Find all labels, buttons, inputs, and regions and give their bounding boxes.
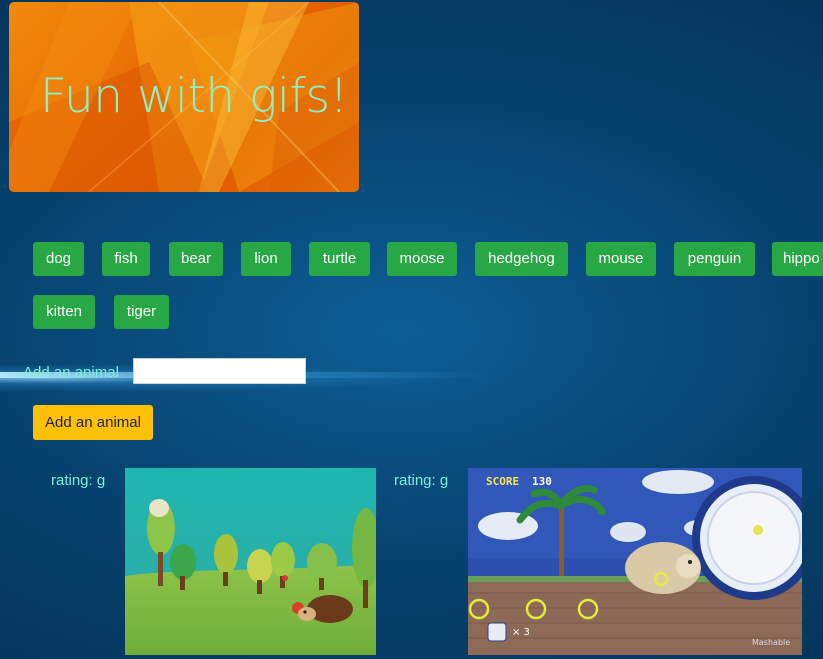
animal-button-turtle[interactable]: turtle	[309, 242, 370, 276]
background-light-streak	[0, 358, 823, 398]
animal-button-mouse[interactable]: mouse	[586, 242, 656, 276]
animal-button-fish[interactable]: fish	[102, 242, 150, 276]
animal-button-dog[interactable]: dog	[33, 242, 84, 276]
animal-button-hippo[interactable]: hippo	[772, 242, 823, 276]
animal-button-hedgehog[interactable]: hedgehog	[475, 242, 568, 276]
gif-image-1[interactable]	[125, 468, 376, 655]
animal-button-penguin[interactable]: penguin	[674, 242, 755, 276]
animal-button-kitten[interactable]: kitten	[33, 295, 95, 329]
add-animal-label: Add an animal	[23, 364, 119, 381]
add-animal-input[interactable]	[133, 358, 306, 384]
gif-knitted-hedgehog-scene	[125, 468, 376, 655]
game-lives-count: × 3	[512, 627, 530, 638]
animal-button-bear[interactable]: bear	[169, 242, 223, 276]
game-score-label: SCORE	[486, 475, 520, 488]
page-title: Fun with gifs!	[40, 69, 348, 124]
header-jumbotron: Fun with gifs!	[9, 2, 359, 192]
game-score-value: 130	[532, 475, 552, 488]
animal-button-tiger[interactable]: tiger	[114, 295, 169, 329]
gif-image-2[interactable]: SCORE 130 × 3 Mashable	[468, 468, 802, 655]
gif-rating: rating: g	[51, 472, 106, 489]
add-animal-button[interactable]: Add an animal	[33, 405, 153, 440]
watermark-text: Mashable	[752, 638, 791, 647]
animal-button-lion[interactable]: lion	[241, 242, 291, 276]
background-light-line	[0, 372, 823, 378]
animal-button-moose[interactable]: moose	[387, 242, 457, 276]
gif-rating: rating: g	[394, 472, 449, 489]
